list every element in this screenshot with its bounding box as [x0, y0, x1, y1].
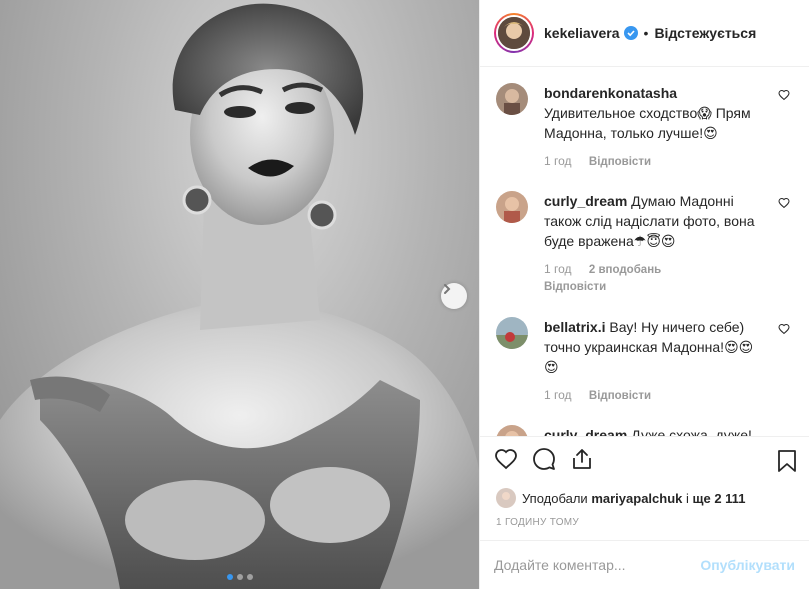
reply-button[interactable]: Відповісти: [544, 281, 606, 293]
reply-button[interactable]: Відповісти: [589, 156, 651, 168]
liked-by-joiner: і: [686, 490, 689, 506]
comment-text: Дуже схожа, дуже!: [631, 427, 752, 437]
comment-time[interactable]: 1 год: [544, 388, 572, 402]
add-comment-bar: Опублікувати: [480, 540, 809, 589]
post-actions: [494, 447, 608, 471]
comment-item: bellatrix.i Вау! Ну ничего себе) точно у…: [496, 317, 796, 404]
post-photo[interactable]: [0, 0, 479, 589]
carousel-indicator: [0, 574, 479, 580]
comment-item: curly_dream Думаю Мадонні також слід над…: [496, 191, 796, 295]
comment-likes-count[interactable]: 2 вподобань: [589, 264, 661, 276]
comment-time[interactable]: 1 год: [544, 154, 572, 168]
comment-time[interactable]: 1 год: [544, 262, 572, 276]
carousel-dot: [226, 574, 233, 580]
comment-item: bondarenkonatasha Удивительное сходство😱…: [496, 83, 796, 170]
comment-item: curly_dream Дуже схожа, дуже!: [496, 425, 796, 437]
like-comment-heart-icon[interactable]: [778, 197, 790, 209]
post-sidebar: kekeliavera • Відстежується bondarenkona…: [479, 0, 809, 589]
carousel-dot: [246, 574, 253, 580]
post-card: kekeliavera • Відстежується bondarenkona…: [0, 0, 809, 589]
share-icon[interactable]: [570, 447, 594, 471]
commenter-avatar[interactable]: [496, 191, 528, 223]
portrait-image: [0, 3, 479, 589]
chevron-right-icon: [444, 284, 451, 294]
comment-username[interactable]: curly_dream: [544, 427, 627, 436]
post-timestamp[interactable]: 1 ГОДИНУ ТОМУ: [496, 517, 579, 528]
comment-username[interactable]: bellatrix.i: [544, 319, 605, 335]
post-header: kekeliavera • Відстежується: [480, 0, 809, 67]
like-comment-heart-icon[interactable]: [778, 323, 790, 335]
commenter-avatar[interactable]: [496, 83, 528, 115]
commenter-avatar[interactable]: [496, 317, 528, 349]
bookmark-icon[interactable]: [777, 449, 797, 473]
comment-username[interactable]: curly_dream: [544, 193, 627, 209]
carousel-next-button[interactable]: [441, 283, 467, 309]
liker-avatar[interactable]: [496, 488, 516, 508]
liked-by-username[interactable]: mariyapalchuk: [591, 491, 682, 506]
commenter-avatar[interactable]: [496, 425, 528, 436]
author-avatar[interactable]: [494, 13, 534, 53]
author-username[interactable]: kekeliavera: [544, 25, 620, 41]
liked-by-more-link[interactable]: ще 2 111: [693, 491, 746, 506]
comment-bubble-icon[interactable]: [532, 447, 556, 471]
liked-by-summary: Уподобали mariyapalchuk і ще 2 111: [496, 488, 745, 508]
like-heart-icon[interactable]: [494, 447, 518, 471]
following-button[interactable]: Відстежується: [654, 25, 756, 41]
reply-button[interactable]: Відповісти: [589, 390, 651, 402]
comment-text: Удивительное сходство😱 Прям Мадонна, тол…: [544, 105, 751, 141]
header-separator: •: [643, 25, 649, 41]
carousel-dot: [236, 574, 243, 580]
liked-by-prefix: Уподобали: [522, 490, 588, 506]
comment-list[interactable]: bondarenkonatasha Удивительное сходство😱…: [480, 67, 809, 437]
comment-username[interactable]: bondarenkonatasha: [544, 85, 677, 101]
like-comment-heart-icon[interactable]: [778, 89, 790, 101]
verified-badge-icon: [623, 26, 638, 40]
post-comment-button[interactable]: Опублікувати: [700, 557, 795, 573]
comment-input[interactable]: [494, 557, 701, 573]
